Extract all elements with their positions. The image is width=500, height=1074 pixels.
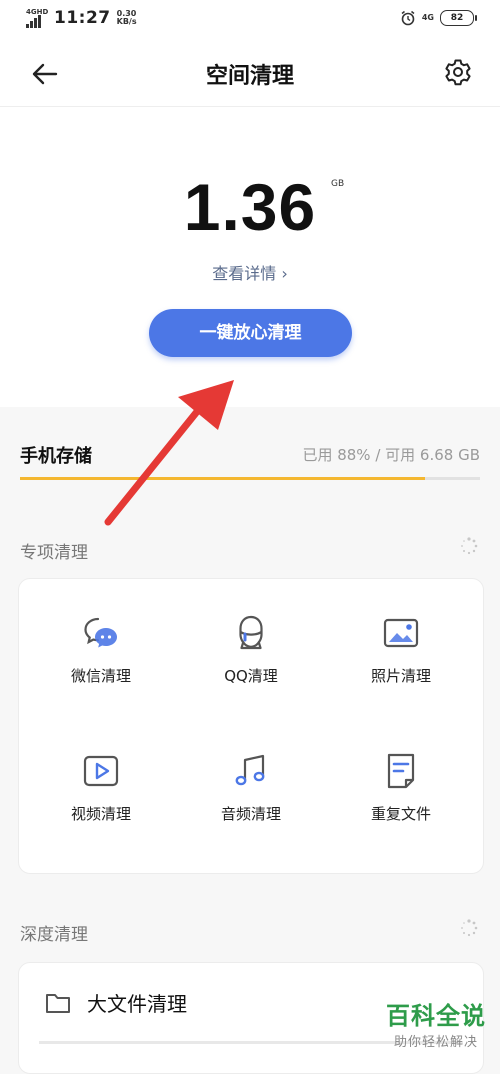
storage-stats: 已用 88% / 可用 6.68 GB (302, 446, 480, 464)
speed-unit: KB/s (116, 17, 137, 26)
watermark-logo: 百科全说 助你轻松解决 (386, 996, 486, 1050)
qq-clean-item[interactable]: QQ清理 (176, 613, 326, 686)
page-title: 空间清理 (205, 64, 294, 89)
watermark-sub: 助你轻松解决 (393, 1035, 478, 1050)
storage-progress-fill (20, 477, 425, 480)
photo-icon (383, 618, 419, 648)
deep-cleanup-title: 深度清理 (20, 925, 88, 945)
signal-icon: 4GHD (26, 8, 48, 28)
network-speed: 0.30 KB/s (117, 10, 137, 26)
special-cleanup-card: 微信清理 QQ清理 照片清理 视频清理 音频清理 重复文件 (18, 578, 484, 874)
storage-progress-bar (20, 477, 480, 480)
gear-icon[interactable] (444, 58, 472, 86)
view-details-link[interactable]: 查看详情 › (0, 260, 500, 284)
audio-clean-label: 音频清理 (220, 805, 281, 823)
status-right: 4G 82 (400, 10, 477, 26)
music-icon (235, 754, 265, 786)
folder-icon (46, 994, 70, 1013)
photo-clean-item[interactable]: 照片清理 (326, 613, 476, 686)
large-file-clean-label: 大文件清理 (87, 992, 187, 1016)
one-tap-clean-button[interactable]: 一键放心清理 (149, 309, 352, 357)
status-bar: 4GHD 11:27 0.30 KB/s 4G 82 (0, 0, 500, 40)
qq-clean-label: QQ清理 (224, 667, 278, 685)
watermark-main: 百科全说 (386, 1002, 486, 1030)
loading-spinner-icon (461, 537, 478, 555)
status-left: 4GHD 11:27 0.30 KB/s (26, 8, 137, 28)
photo-clean-label: 照片清理 (370, 667, 431, 685)
video-clean-label: 视频清理 (70, 805, 131, 823)
clock: 11:27 (54, 8, 111, 28)
battery-level: 82 (450, 13, 464, 23)
video-clean-item[interactable]: 视频清理 (26, 751, 176, 824)
cleanable-summary: 1.36 GB 查看详情 › 一键放心清理 (0, 107, 500, 407)
qq-icon (239, 615, 263, 650)
wechat-clean-label: 微信清理 (70, 667, 131, 685)
phone-storage: 手机存储 已用 88% / 可用 6.68 GB (0, 407, 500, 517)
cleanable-size: 1.36 (183, 170, 317, 244)
battery-icon: 82 (440, 10, 477, 26)
audio-clean-item[interactable]: 音频清理 (176, 751, 326, 824)
loading-spinner-icon (461, 919, 478, 937)
alarm-icon (401, 10, 415, 26)
app-header: 空间清理 (0, 40, 500, 107)
duplicate-files-label: 重复文件 (370, 805, 431, 823)
duplicate-files-item[interactable]: 重复文件 (326, 751, 476, 824)
special-cleanup-title: 专项清理 (20, 543, 88, 563)
storage-label: 手机存储 (20, 446, 92, 467)
wechat-clean-item[interactable]: 微信清理 (26, 613, 176, 686)
cleanable-unit: GB (331, 179, 345, 189)
network-4g: 4G (421, 13, 434, 22)
video-icon (83, 755, 119, 787)
wechat-icon (84, 617, 117, 648)
document-icon (387, 753, 415, 789)
